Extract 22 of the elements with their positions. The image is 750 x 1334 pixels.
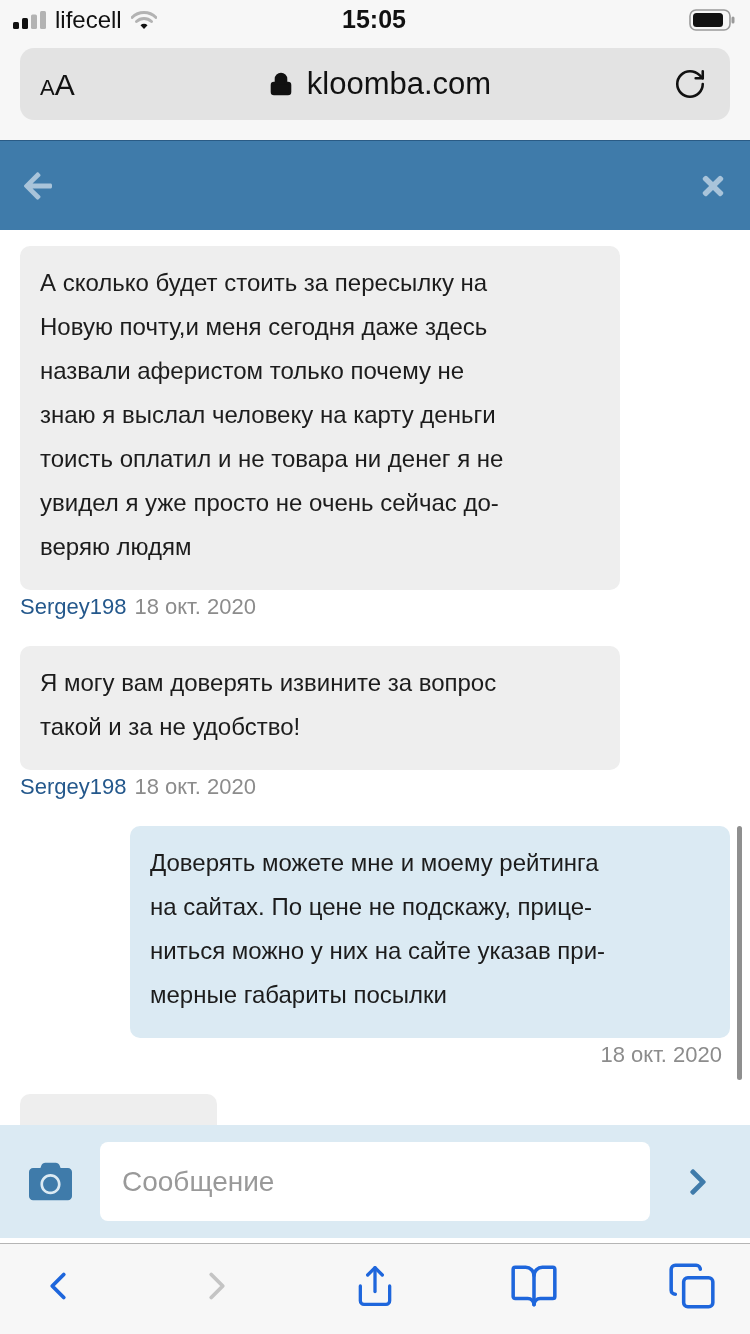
text-size-button[interactable]: AA <box>40 61 100 107</box>
lock-icon <box>268 72 293 96</box>
message-date: 18 окт. 2020 <box>600 1040 722 1069</box>
message-input[interactable]: Сообщение <box>100 1142 650 1221</box>
author-link[interactable]: Sergey198 <box>20 769 127 803</box>
message-date: 18 окт. 2020 <box>134 772 256 801</box>
carrier-name: lifecell <box>55 5 122 35</box>
arrow-left-icon <box>22 169 54 202</box>
message-date: 18 окт. 2020 <box>134 592 256 621</box>
author-link[interactable]: Sergey198 <box>20 589 127 623</box>
url-text: kloomba.com <box>306 64 492 103</box>
status-time: 15:05 <box>342 4 406 36</box>
camera-icon <box>28 1160 72 1203</box>
wifi-icon <box>130 10 157 30</box>
message-text: Я могу вам доверять извините за вопрос такой и за не удобство! <box>40 668 498 742</box>
signal-bars-icon <box>13 11 46 29</box>
tabs-icon <box>667 1261 717 1311</box>
address-bar[interactable]: AA kloomba.com <box>20 48 730 120</box>
battery-icon <box>689 9 735 31</box>
reload-icon <box>673 67 707 101</box>
message-text: Доверять можете мне и моему рейтинга на сайтах. По цене не подскажу, прице- ниться можно у них на сайте указав при- мерные габариты посылки <box>150 848 607 1010</box>
message-text: А сколько будет стоить за пересылку на Новую почту,и меня сегодня даже здесь назвали аферистом только почему не знаю я выслал человеку на карту деньги тоисть оплатил и не товара ни денег я не увидел я уже просто не очень сейчас до- веряю людям <box>40 268 505 562</box>
